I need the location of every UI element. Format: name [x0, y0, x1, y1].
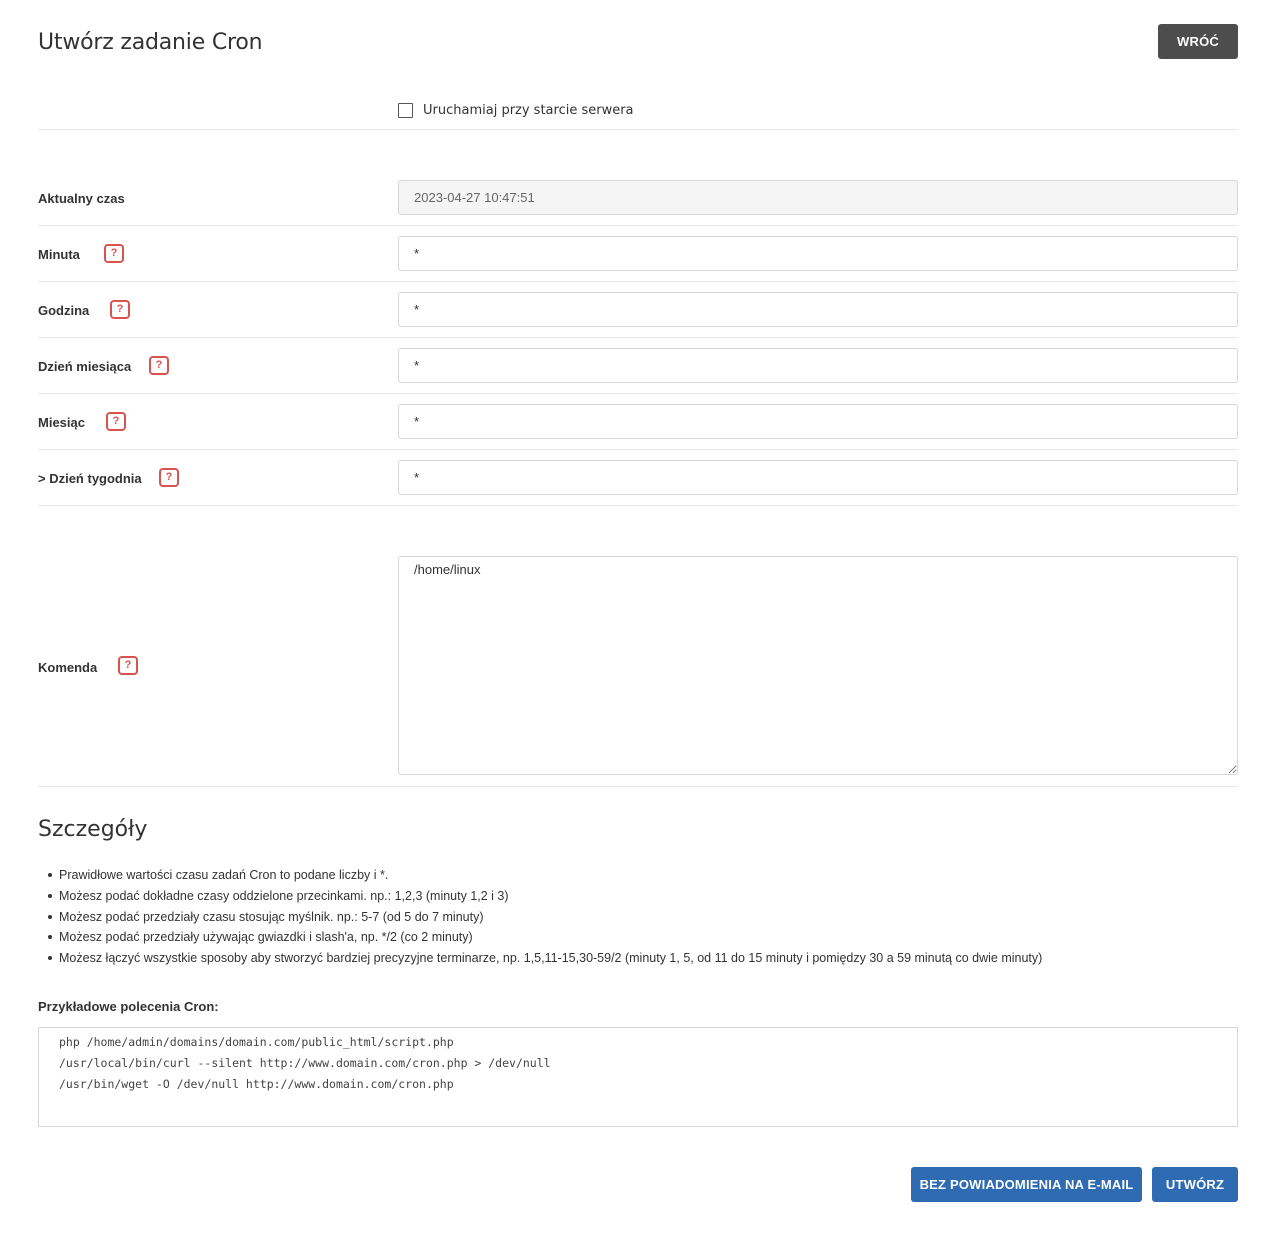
create-without-email-button[interactable]: BEZ POWIADOMIENIA NA E-MAIL: [911, 1167, 1142, 1202]
hour-help-icon[interactable]: ?: [110, 300, 130, 319]
examples-code-box: php /home/admin/domains/domain.com/publi…: [38, 1027, 1238, 1127]
day-of-month-input[interactable]: [398, 348, 1238, 383]
divider: [38, 786, 1238, 787]
details-item: Możesz łączyć wszystkie sposoby aby stwo…: [47, 949, 1042, 970]
minute-input[interactable]: [398, 236, 1238, 271]
divider: [38, 337, 1238, 338]
run-on-boot-checkbox[interactable]: [398, 102, 413, 118]
month-input[interactable]: [398, 404, 1238, 439]
examples-title: Przykładowe polecenia Cron:: [38, 999, 219, 1014]
run-on-boot-option[interactable]: Uruchamiaj przy starcie serwera: [398, 101, 634, 119]
details-item: Możesz podać dokładne czasy oddzielone p…: [47, 887, 1042, 908]
divider: [38, 225, 1238, 226]
day-of-week-input[interactable]: [398, 460, 1238, 495]
command-label: Komenda: [38, 659, 98, 675]
hour-input[interactable]: [398, 292, 1238, 327]
details-title: Szczegóły: [38, 817, 148, 842]
day-of-month-help-icon[interactable]: ?: [149, 356, 169, 375]
run-on-boot-label: Uruchamiaj przy starcie serwera: [423, 102, 634, 118]
divider: [38, 129, 1238, 130]
details-item: Prawidłowe wartości czasu zadań Cron to …: [47, 866, 1042, 887]
divider: [38, 281, 1238, 282]
page-title: Utwórz zadanie Cron: [38, 30, 263, 55]
minute-help-icon[interactable]: ?: [104, 244, 124, 263]
current-time-field: [398, 180, 1238, 215]
month-help-icon[interactable]: ?: [106, 412, 126, 431]
example-command: /usr/bin/wget -O /dev/null http://www.do…: [59, 1077, 454, 1091]
command-help-icon[interactable]: ?: [118, 656, 138, 675]
details-item: Możesz podać przedziały używając gwiazdk…: [47, 928, 1042, 949]
example-command: /usr/local/bin/curl --silent http://www.…: [59, 1056, 551, 1070]
minute-label: Minuta: [38, 246, 80, 262]
back-button[interactable]: WRÓĆ: [1158, 24, 1238, 59]
month-label: Miesiąc: [38, 414, 85, 430]
create-button[interactable]: UTWÓRZ: [1152, 1167, 1238, 1202]
day-of-month-label: Dzień miesiąca: [38, 358, 132, 374]
example-command: php /home/admin/domains/domain.com/publi…: [59, 1035, 454, 1049]
command-textarea[interactable]: /home/linux: [398, 556, 1238, 775]
divider: [38, 449, 1238, 450]
day-of-week-help-icon[interactable]: ?: [159, 468, 179, 487]
hour-label: Godzina: [38, 302, 90, 318]
current-time-label: Aktualny czas: [38, 190, 125, 206]
details-list: Prawidłowe wartości czasu zadań Cron to …: [38, 866, 1042, 970]
day-of-week-label: > Dzień tygodnia: [38, 470, 142, 486]
details-item: Możesz podać przedziały czasu stosując m…: [47, 908, 1042, 929]
divider: [38, 505, 1238, 506]
divider: [38, 393, 1238, 394]
